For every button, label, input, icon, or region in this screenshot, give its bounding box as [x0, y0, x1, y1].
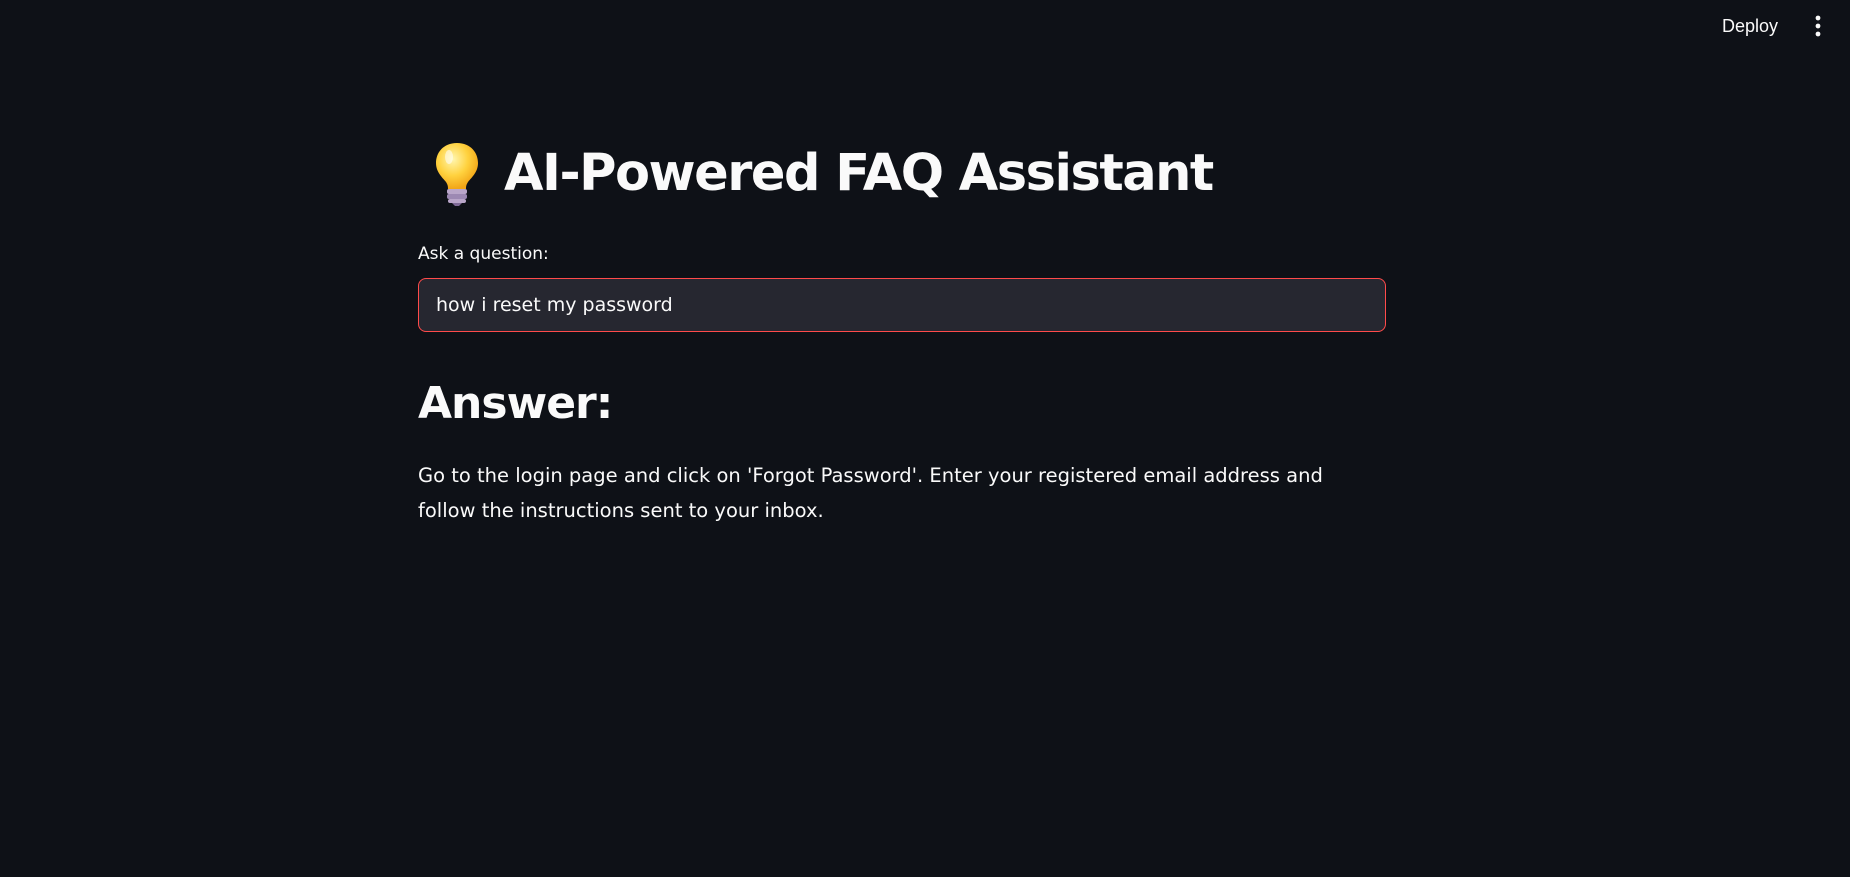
- app-toolbar: Deploy: [0, 0, 1850, 52]
- answer-text: Go to the login page and click on 'Forgo…: [418, 464, 1323, 522]
- question-input[interactable]: [418, 278, 1386, 332]
- lightbulb-icon: [436, 143, 478, 206]
- title-row: AI-Powered FAQ Assistant: [418, 140, 1214, 206]
- kebab-menu-icon: [1815, 15, 1821, 37]
- page-title: AI-Powered FAQ Assistant: [504, 143, 1214, 203]
- main-menu-button[interactable]: [1804, 12, 1832, 40]
- answer-heading: Answer:: [418, 378, 613, 429]
- deploy-button[interactable]: Deploy: [1710, 10, 1790, 43]
- question-label: Ask a question:: [418, 244, 549, 264]
